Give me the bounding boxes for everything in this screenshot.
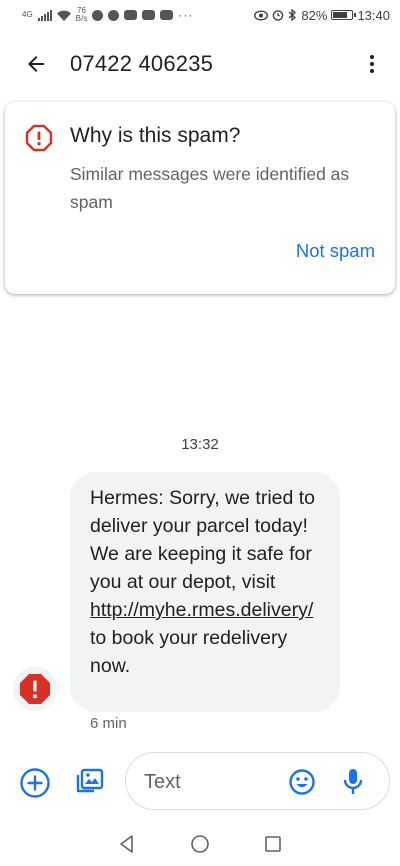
gallery-icon — [76, 768, 104, 793]
eye-icon — [254, 10, 269, 20]
sender-avatar[interactable] — [13, 667, 57, 711]
message-bubble[interactable]: Hermes: Sorry, we tried to deliver your … — [70, 472, 340, 712]
status-left: 4G 76 B/s ··· — [22, 7, 193, 23]
spam-card-title: Why is this spam? — [70, 124, 241, 147]
add-circle-icon — [20, 768, 50, 798]
status-right: 82% 13:40 — [254, 8, 390, 23]
alarm-icon — [273, 10, 284, 21]
spam-card-description: Similar messages were identified as spam — [70, 164, 350, 212]
nav-home-button[interactable] — [188, 832, 212, 856]
arrow-back-icon — [28, 56, 44, 72]
add-attachment-button[interactable] — [18, 766, 52, 800]
not-spam-button[interactable]: Not spam — [296, 240, 375, 262]
youtube-icon — [124, 10, 138, 20]
mic-icon[interactable] — [341, 767, 365, 797]
error-outline-icon — [25, 124, 53, 152]
more-vert-icon — [370, 55, 374, 73]
message-text-end: to book your redelivery now. — [90, 627, 288, 677]
error-icon — [20, 674, 50, 704]
youtube-icon — [160, 10, 174, 20]
wifi-icon — [56, 10, 71, 21]
youtube-icon — [142, 10, 156, 20]
facebook-icon — [108, 9, 120, 21]
message-text: Hermes: Sorry, we tried to deliver your … — [90, 487, 316, 593]
bluetooth-icon — [288, 9, 297, 21]
message-input-container — [125, 752, 390, 810]
signal-icon — [37, 9, 52, 21]
back-button[interactable] — [8, 36, 64, 92]
network-speed: 76 B/s — [76, 7, 88, 23]
notification-app-icon — [92, 9, 104, 21]
message-link[interactable]: http://myhe.rmes.delivery/ — [90, 599, 313, 621]
network-type: 4G — [22, 10, 33, 19]
message-time: 6 min — [90, 715, 127, 732]
more-options-button[interactable] — [352, 36, 392, 92]
network-speed-unit: B/s — [75, 14, 88, 23]
conversation-timestamp: 13:32 — [181, 436, 219, 453]
nav-back-button[interactable] — [115, 832, 139, 856]
battery-level — [333, 12, 348, 18]
conversation-title: 07422 406235 — [70, 51, 214, 76]
gallery-button[interactable] — [72, 765, 106, 799]
app-bar: 07422 406235 — [0, 30, 400, 98]
status-time: 13:40 — [357, 7, 390, 23]
message-input[interactable] — [144, 767, 284, 797]
emoji-icon[interactable] — [288, 768, 316, 796]
battery-icon — [331, 10, 357, 20]
battery-percent: 82% — [301, 7, 328, 23]
circle-home-icon — [191, 835, 209, 853]
square-recents-icon — [265, 836, 282, 852]
spam-info-card: Why is this spam? Similar messages were … — [5, 102, 395, 294]
compose-bar — [0, 750, 400, 814]
triangle-back-icon — [119, 835, 133, 853]
system-nav-bar — [0, 822, 400, 866]
more-notifications-icon: ··· — [178, 8, 194, 22]
status-bar: 4G 76 B/s ··· 82% 13:40 — [0, 0, 400, 30]
nav-recents-button[interactable] — [261, 832, 285, 856]
